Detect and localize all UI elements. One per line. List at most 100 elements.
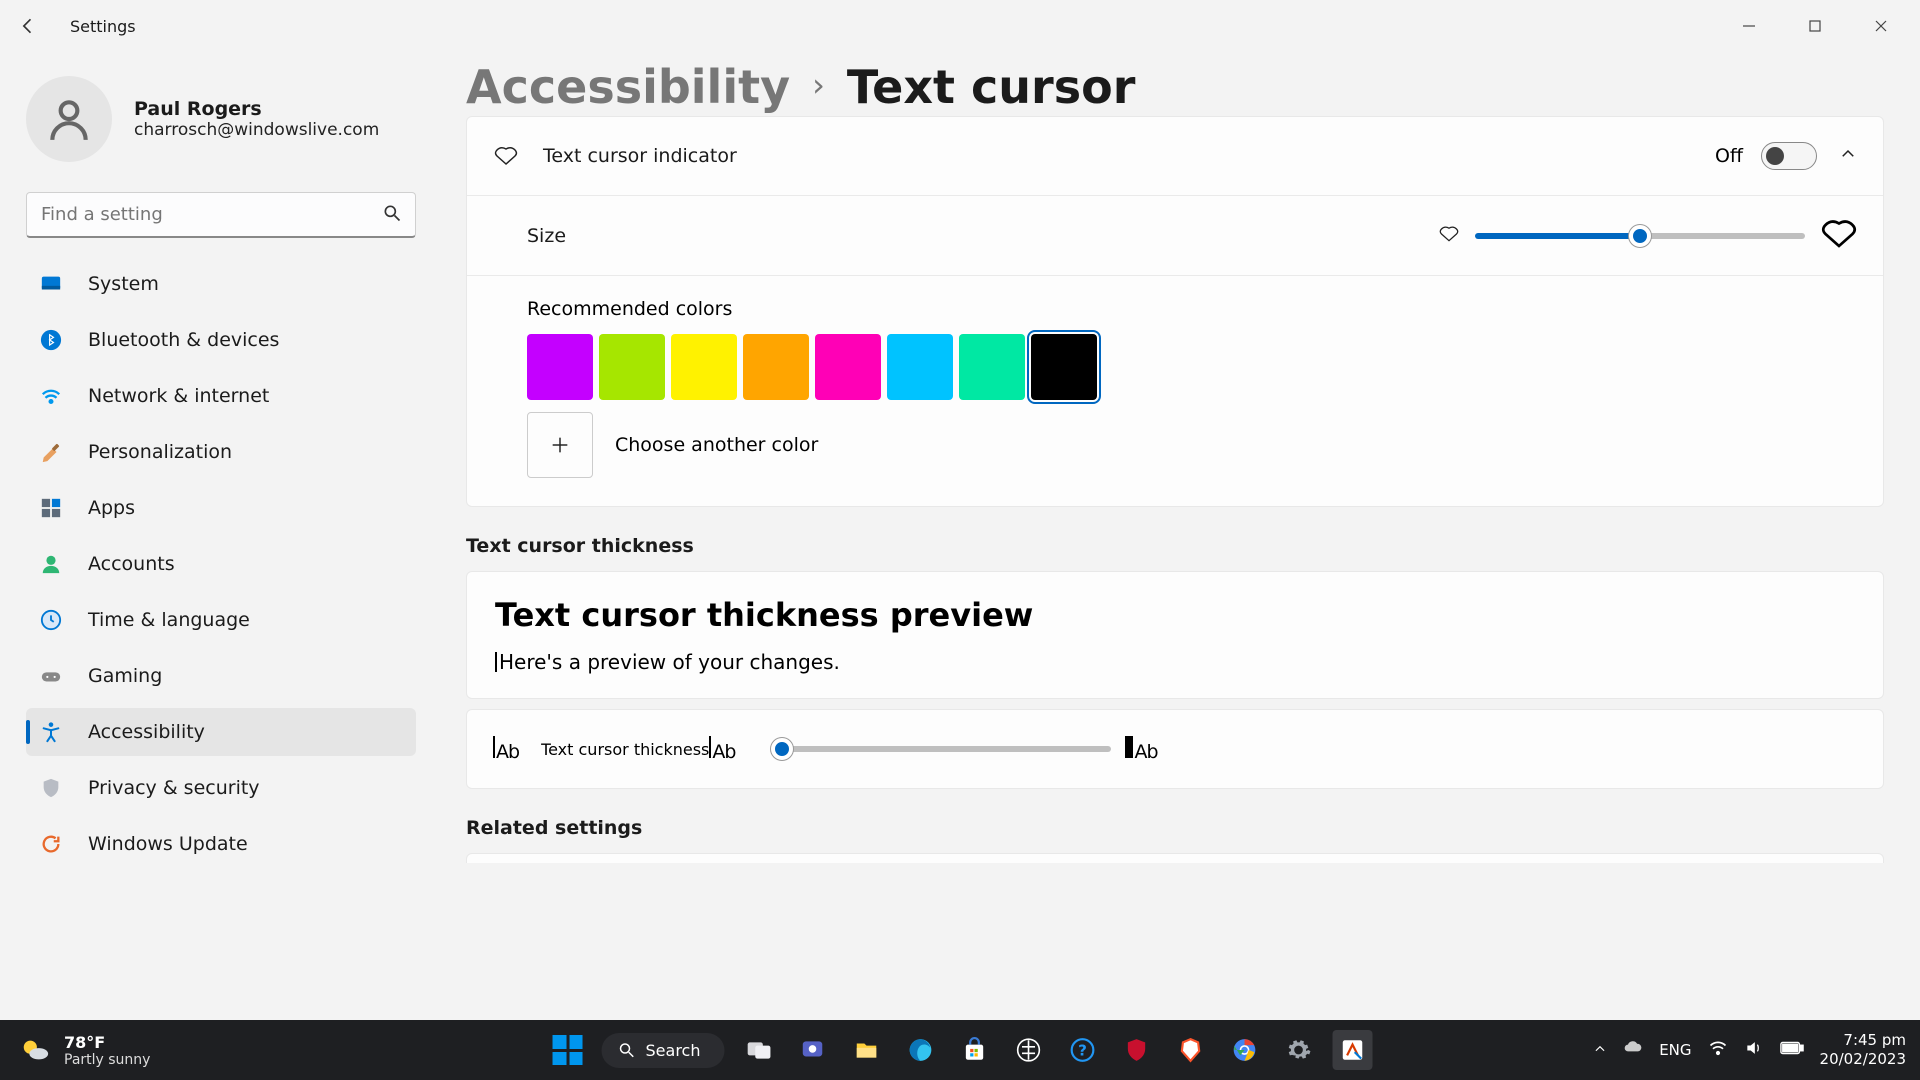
wifi-tray-icon[interactable] (1708, 1038, 1728, 1062)
content: Accessibility › Text cursor Text cursor … (442, 52, 1920, 1020)
clock-tray[interactable]: 7:45 pm 20/02/2023 (1820, 1031, 1906, 1069)
choose-color-label: Choose another color (615, 434, 818, 456)
close-button[interactable] (1852, 11, 1910, 41)
profile-block[interactable]: Paul Rogers charrosch@windowslive.com (26, 68, 416, 186)
thickness-icon: Ab (493, 736, 519, 763)
preview-title: Text cursor thickness preview (495, 596, 1855, 634)
size-slider[interactable] (1475, 233, 1805, 239)
avatar (26, 76, 112, 162)
choose-color-button[interactable] (527, 412, 593, 478)
indicator-label: Text cursor indicator (543, 145, 737, 167)
thickness-slider[interactable] (771, 746, 1111, 752)
language-indicator[interactable]: ENG (1659, 1041, 1691, 1059)
chrome-button[interactable] (1224, 1030, 1264, 1070)
taskbar-center: Search ? (548, 1030, 1373, 1070)
search-input[interactable] (26, 192, 416, 238)
nav-privacy[interactable]: Privacy & security (26, 764, 416, 812)
related-card-top (466, 853, 1884, 863)
edge-button[interactable] (900, 1030, 940, 1070)
color-swatch[interactable] (887, 334, 953, 400)
color-swatch[interactable] (599, 334, 665, 400)
nav-accounts[interactable]: Accounts (26, 540, 416, 588)
indicator-small-icon (1439, 225, 1459, 247)
thickness-large-icon: Ab (1125, 736, 1157, 763)
nav-personalization[interactable]: Personalization (26, 428, 416, 476)
nav-time[interactable]: Time & language (26, 596, 416, 644)
color-swatch[interactable] (959, 334, 1025, 400)
weather-widget[interactable]: 78°F Partly sunny (0, 1033, 170, 1068)
taskbar-search-label: Search (646, 1041, 701, 1060)
profile-email: charrosch@windowslive.com (134, 120, 379, 140)
nav-network[interactable]: Network & internet (26, 372, 416, 420)
start-button[interactable] (548, 1030, 588, 1070)
colors-block: Recommended colors Choose another color (467, 275, 1883, 506)
chat-button[interactable] (792, 1030, 832, 1070)
taskbar: 78°F Partly sunny Search ? ENG 7:45 pm 2… (0, 1020, 1920, 1080)
weather-icon (20, 1035, 50, 1065)
profile-name: Paul Rogers (134, 98, 379, 120)
nav-label: Gaming (88, 665, 162, 687)
help-button[interactable]: ? (1062, 1030, 1102, 1070)
indicator-toggle[interactable] (1761, 142, 1817, 170)
back-button[interactable] (10, 8, 46, 44)
toggle-state: Off (1715, 145, 1743, 167)
battery-tray-icon[interactable] (1780, 1038, 1804, 1062)
explorer-button[interactable] (846, 1030, 886, 1070)
nav-label: Windows Update (88, 833, 248, 855)
tray-date: 20/02/2023 (1820, 1050, 1906, 1069)
color-swatch[interactable] (743, 334, 809, 400)
color-swatch[interactable] (527, 334, 593, 400)
nav-accessibility[interactable]: Accessibility (26, 708, 416, 756)
nav-bluetooth[interactable]: Bluetooth & devices (26, 316, 416, 364)
weather-desc: Partly sunny (64, 1052, 150, 1068)
task-view-button[interactable] (738, 1030, 778, 1070)
thickness-small-icon: Ab (709, 736, 735, 763)
breadcrumb-parent[interactable]: Accessibility (466, 64, 790, 110)
color-swatch[interactable] (671, 334, 737, 400)
apps-icon (40, 497, 62, 519)
nav-label: Privacy & security (88, 777, 260, 799)
color-swatch[interactable] (1031, 334, 1097, 400)
size-label: Size (527, 225, 566, 247)
nav-system[interactable]: System (26, 260, 416, 308)
bluetooth-icon (40, 329, 62, 351)
tray-chevron-icon[interactable] (1593, 1041, 1607, 1060)
volume-tray-icon[interactable] (1744, 1038, 1764, 1062)
indicator-large-icon (1821, 219, 1857, 253)
brave-button[interactable] (1170, 1030, 1210, 1070)
nav-label: Apps (88, 497, 135, 519)
chevron-right-icon: › (812, 66, 825, 104)
onedrive-icon[interactable] (1623, 1038, 1643, 1062)
page-title: Text cursor (847, 64, 1136, 110)
store-button[interactable] (954, 1030, 994, 1070)
nav-gaming[interactable]: Gaming (26, 652, 416, 700)
snipping-tool-button[interactable] (1332, 1030, 1372, 1070)
nav-label: Time & language (88, 609, 250, 631)
gamepad-icon (40, 665, 62, 687)
app-icon-1[interactable] (1008, 1030, 1048, 1070)
nav-apps[interactable]: Apps (26, 484, 416, 532)
update-icon (40, 833, 62, 855)
chevron-up-icon[interactable] (1839, 145, 1857, 167)
breadcrumb: Accessibility › Text cursor (466, 64, 1884, 110)
titlebar: Settings (0, 0, 1920, 52)
taskbar-search[interactable]: Search (602, 1033, 725, 1068)
color-swatch[interactable] (815, 334, 881, 400)
maximize-button[interactable] (1786, 11, 1844, 41)
indicator-row[interactable]: Text cursor indicator Off (467, 117, 1883, 195)
mcafee-button[interactable] (1116, 1030, 1156, 1070)
settings-taskbar-button[interactable] (1278, 1030, 1318, 1070)
search-box[interactable] (26, 192, 416, 238)
colors-label: Recommended colors (527, 298, 1823, 320)
thickness-row: Ab Text cursor thickness Ab Ab (466, 709, 1884, 789)
nav-label: Bluetooth & devices (88, 329, 279, 351)
color-swatches (527, 334, 1823, 400)
system-tray: ENG 7:45 pm 20/02/2023 (1593, 1031, 1920, 1069)
clock-icon (40, 609, 62, 631)
related-section-header: Related settings (466, 817, 1884, 839)
minimize-button[interactable] (1720, 11, 1778, 41)
sidebar: Paul Rogers charrosch@windowslive.com Sy… (0, 52, 442, 1020)
shield-icon (40, 777, 62, 799)
nav-update[interactable]: Windows Update (26, 820, 416, 868)
tray-time: 7:45 pm (1820, 1031, 1906, 1050)
